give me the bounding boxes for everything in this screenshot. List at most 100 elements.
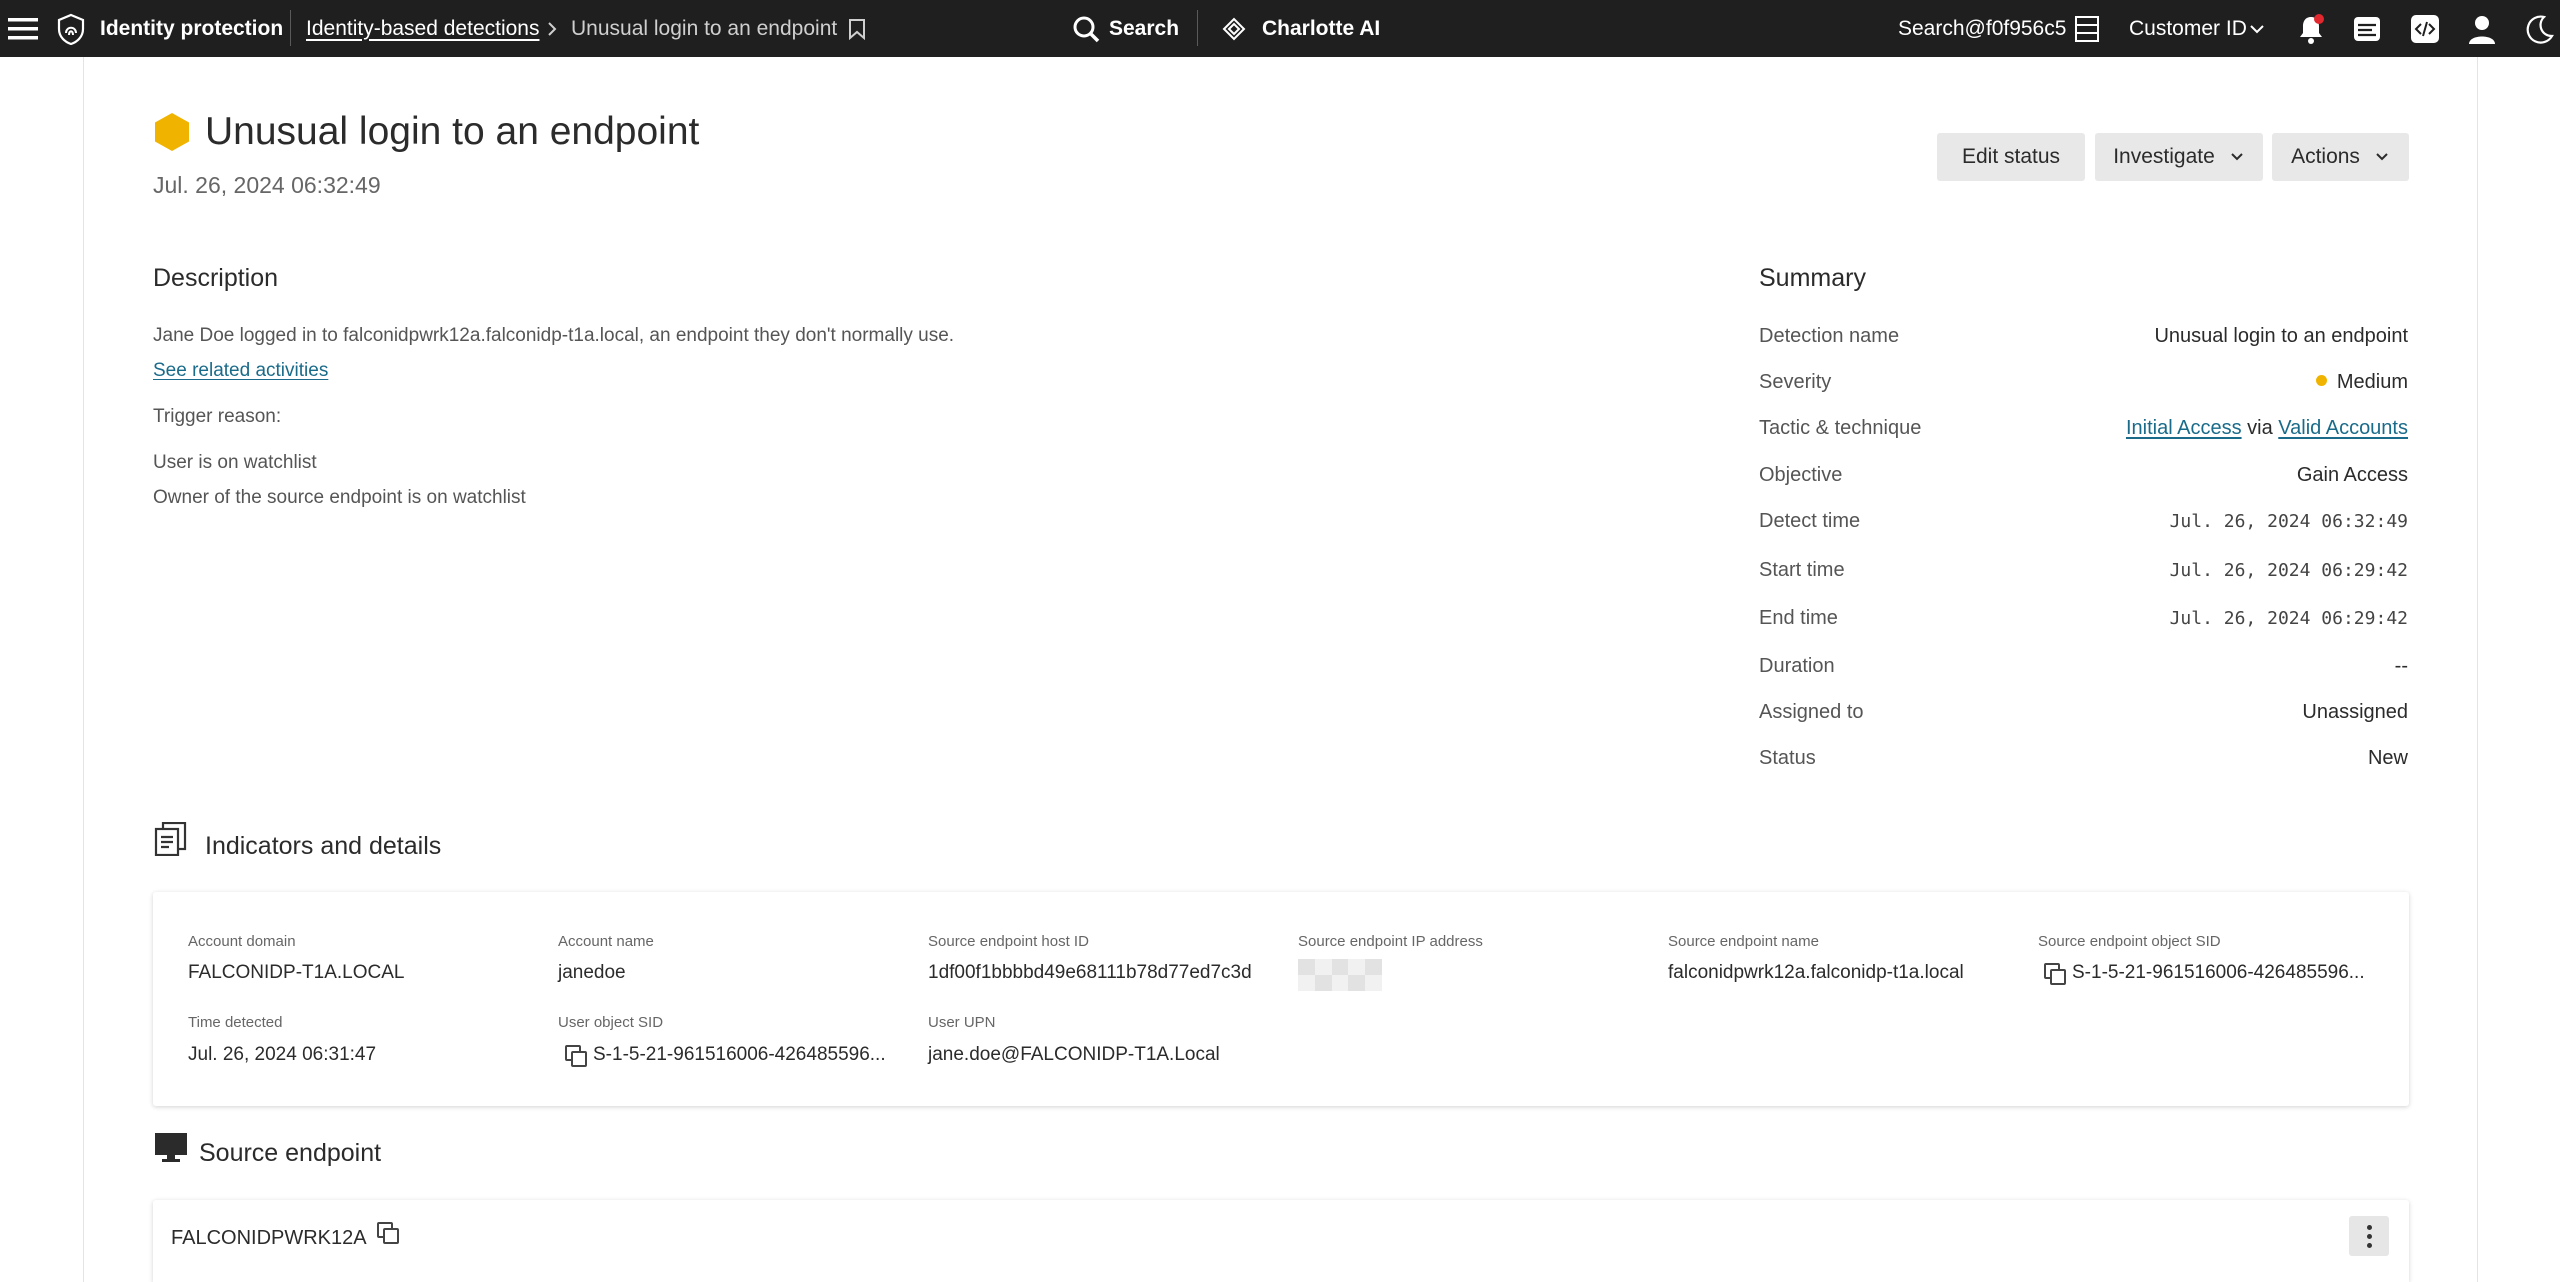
- search-icon[interactable]: [1072, 0, 1100, 57]
- redacted-ip-address: [1298, 959, 1382, 991]
- indicator-label: User UPN: [928, 1014, 996, 1031]
- summary-value-status: New: [2367, 747, 2408, 769]
- indicators-card: [153, 892, 2409, 1106]
- page-title: Unusual login to an endpoint: [205, 110, 700, 153]
- source-endpoint-card: [153, 1200, 2409, 1282]
- indicator-value-account-domain: FALCONIDP-T1A.LOCAL: [188, 962, 405, 983]
- summary-label-severity: Severity: [1759, 371, 1832, 393]
- search-button[interactable]: Search: [1109, 0, 1179, 57]
- summary-value-start-time: Jul. 26, 2024 06:29:42: [2169, 560, 2408, 581]
- investigate-label: Investigate: [2113, 145, 2215, 168]
- indicator-label: Account name: [558, 933, 654, 950]
- charlotte-ai-button[interactable]: Charlotte AI: [1262, 0, 1380, 57]
- trigger-reason-item: Owner of the source endpoint is on watch…: [153, 487, 526, 508]
- actions-label: Actions: [2291, 145, 2360, 168]
- see-related-activities-link[interactable]: See related activities: [153, 360, 328, 382]
- summary-value-detection-name: Unusual login to an endpoint: [2154, 325, 2408, 347]
- indicator-label: Source endpoint object SID: [2038, 933, 2221, 950]
- indicator-label: Source endpoint host ID: [928, 933, 1089, 950]
- activity-feed-icon[interactable]: [2352, 0, 2382, 57]
- indicator-label: User object SID: [558, 1014, 664, 1031]
- indicator-label: Source endpoint name: [1668, 933, 1819, 950]
- summary-value-assigned-to: Unassigned: [2302, 701, 2408, 723]
- indicator-value-time-detected: Jul. 26, 2024 06:31:47: [188, 1044, 377, 1065]
- severity-value: Medium: [2336, 371, 2408, 393]
- user-profile-icon[interactable]: [2467, 0, 2497, 57]
- developer-code-icon[interactable]: [2410, 0, 2440, 57]
- page-header: Unusual login to an endpoint: [153, 110, 699, 154]
- summary-label-start-time: Start time: [1759, 559, 1845, 581]
- endpoint-sid-text: S-1-5-21-961516006-426485596...: [2072, 962, 2365, 983]
- chevron-down-icon: [2231, 153, 2243, 161]
- breadcrumb-current: Unusual login to an endpoint: [571, 16, 838, 40]
- indicator-label: Account domain: [188, 933, 296, 950]
- breadcrumb-chevron-icon: [546, 0, 558, 57]
- content-frame-right: [2477, 57, 2478, 1282]
- indicators-heading: Indicators and details: [205, 832, 442, 860]
- topbar-divider: [290, 10, 291, 46]
- tactic-link[interactable]: Initial Access: [2126, 417, 2242, 439]
- source-endpoint-heading: Source endpoint: [199, 1139, 382, 1167]
- edit-status-label: Edit status: [1961, 145, 2061, 168]
- description-heading: Description: [153, 264, 279, 292]
- user-account-label[interactable]: Search@f0f956c5: [1898, 0, 2066, 57]
- summary-heading: Summary: [1759, 264, 1866, 292]
- copy-icon[interactable]: [2044, 962, 2066, 985]
- copy-icon: [377, 1222, 399, 1244]
- charlotte-ai-icon[interactable]: [1220, 0, 1248, 57]
- top-navigation-bar: Identity protection Identity-based detec…: [0, 0, 2560, 57]
- more-options-button[interactable]: [2349, 1216, 2389, 1256]
- indicator-value-user-sid: S-1-5-21-961516006-426485596...: [565, 1044, 886, 1067]
- summary-label-objective: Objective: [1759, 464, 1843, 486]
- detection-timestamp: Jul. 26, 2024 06:32:49: [153, 172, 381, 198]
- summary-label-status: Status: [1759, 747, 1816, 769]
- content-frame-left: [83, 57, 84, 1282]
- indicators-document-icon: [154, 821, 188, 861]
- bookmark-icon[interactable]: [848, 0, 866, 57]
- summary-label-end-time: End time: [1759, 607, 1838, 629]
- summary-label-tactic: Tactic & technique: [1759, 417, 1922, 439]
- indicator-value-account-name: janedoe: [558, 962, 626, 983]
- monitor-icon: [154, 1132, 188, 1169]
- fingerprint-shield-icon: [56, 0, 86, 57]
- theme-moon-icon[interactable]: [2524, 0, 2554, 57]
- summary-label-detect-time: Detect time: [1759, 510, 1861, 532]
- technique-link[interactable]: Valid Accounts: [2278, 417, 2408, 439]
- edit-status-button[interactable]: Edit status: [1937, 133, 2085, 181]
- summary-value-duration: --: [2394, 655, 2408, 677]
- menu-icon[interactable]: [8, 0, 38, 57]
- severity-hexagon-icon: [155, 113, 189, 151]
- server-icon[interactable]: [2074, 0, 2100, 57]
- trigger-reason-label: Trigger reason:: [153, 406, 282, 427]
- indicator-label: Source endpoint IP address: [1298, 933, 1483, 950]
- topbar-divider: [1197, 10, 1198, 46]
- customer-id-dropdown[interactable]: Customer ID: [2129, 0, 2247, 57]
- summary-value-detect-time: Jul. 26, 2024 06:32:49: [2169, 511, 2408, 532]
- trigger-reason-item: User is on watchlist: [153, 452, 317, 473]
- breadcrumb-link[interactable]: Identity-based detections: [306, 0, 539, 57]
- summary-value-tactic: Initial Access via Valid Accounts: [2126, 417, 2408, 440]
- severity-dot-icon: [2315, 375, 2327, 387]
- source-endpoint-hostname: FALCONIDPWRK12A: [171, 1227, 367, 1249]
- summary-label-duration: Duration: [1759, 655, 1835, 677]
- tactic-via-text: via: [2247, 417, 2273, 439]
- copy-hostname-button[interactable]: [377, 1222, 405, 1244]
- actions-button[interactable]: Actions: [2272, 133, 2409, 181]
- user-sid-text: S-1-5-21-961516006-426485596...: [593, 1044, 886, 1065]
- indicator-value-user-upn: jane.doe@FALCONIDP-T1A.Local: [928, 1044, 1220, 1065]
- summary-label-detection-name: Detection name: [1759, 325, 1900, 347]
- indicator-value-endpoint-sid: S-1-5-21-961516006-426485596...: [2044, 962, 2365, 985]
- notification-bell-icon[interactable]: [2296, 0, 2326, 57]
- indicator-value-host-id: 1df00f1bbbbd49e68111b78d77ed7c3d: [928, 962, 1252, 983]
- summary-value-end-time: Jul. 26, 2024 06:29:42: [2169, 608, 2408, 629]
- chevron-down-icon: [2376, 153, 2388, 161]
- indicator-label: Time detected: [188, 1014, 283, 1031]
- summary-value-severity: Medium: [2315, 371, 2408, 394]
- chevron-down-icon[interactable]: [2249, 0, 2265, 57]
- app-name[interactable]: Identity protection: [100, 0, 283, 57]
- description-text: Jane Doe logged in to falconidpwrk12a.fa…: [153, 325, 955, 346]
- copy-icon[interactable]: [565, 1044, 587, 1067]
- investigate-button[interactable]: Investigate: [2095, 133, 2263, 181]
- indicator-value-endpoint-name: falconidpwrk12a.falconidp-t1a.local: [1668, 962, 1964, 983]
- summary-label-assigned-to: Assigned to: [1759, 701, 1864, 723]
